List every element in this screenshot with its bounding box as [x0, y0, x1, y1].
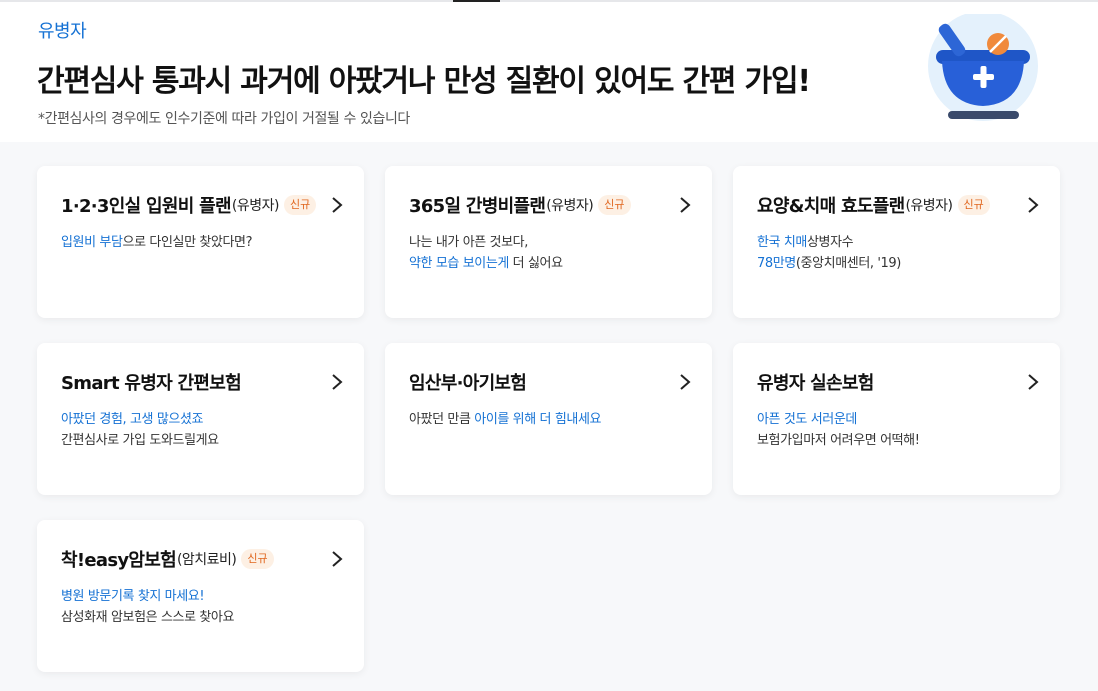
desc-highlight: 아팠던 경험, 고생 많으셨죠	[61, 412, 204, 427]
desc-text: 상병자수	[806, 235, 854, 250]
desc-text: 삼성화재 암보험은 스스로 찾아요	[61, 610, 235, 625]
card-description: 병원 방문기록 찾지 마세요! 삼성화재 암보험은 스스로 찾아요	[61, 586, 344, 628]
chevron-right-icon	[680, 374, 691, 390]
chevron-right-icon	[1028, 374, 1039, 390]
card-title-row: 요양&치매 효도플랜 (유병자) 신규	[757, 192, 1040, 218]
chevron-right-icon	[1028, 197, 1039, 213]
desc-text: 보험가입마저 어려우면 어떡해!	[757, 433, 920, 448]
chevron-right-icon	[332, 551, 343, 567]
product-card-dementia-care[interactable]: 요양&치매 효도플랜 (유병자) 신규 한국 치매상병자수 78만명(중앙치매센…	[733, 166, 1060, 318]
new-badge: 신규	[241, 549, 274, 569]
hero-section: 유병자 간편심사 통과시 과거에 아팠거나 만성 질환이 있어도 간편 가입! …	[0, 2, 1098, 142]
desc-highlight: 한국 치매	[757, 235, 807, 250]
desc-text: 나는 내가 아픈 것보다,	[409, 235, 528, 250]
desc-highlight: 입원비 부담	[61, 235, 123, 250]
card-title: 유병자 실손보험	[757, 373, 874, 394]
desc-highlight: 병원 방문기록 찾지 마세요!	[61, 589, 205, 604]
category-label: 유병자	[38, 21, 87, 42]
card-title-suffix: (유병자)	[905, 198, 953, 214]
card-description: 아팠던 경험, 고생 많으셨죠 간편심사로 가입 도와드릴게요	[61, 409, 344, 451]
product-card-smart-simple[interactable]: Smart 유병자 간편보험 아팠던 경험, 고생 많으셨죠 간편심사로 가입 …	[37, 343, 364, 495]
new-badge: 신규	[283, 195, 317, 215]
chevron-right-icon	[680, 197, 691, 213]
card-title-row: 유병자 실손보험	[757, 369, 1040, 395]
desc-text: (중앙치매센터, '19)	[795, 256, 901, 271]
product-card-maternity-baby[interactable]: 임산부·아기보험 아팠던 만큼 아이를 위해 더 힘내세요	[385, 343, 712, 495]
new-badge: 신규	[957, 195, 990, 215]
card-description: 아팠던 만큼 아이를 위해 더 힘내세요	[409, 409, 692, 430]
card-title: 365일 간병비플랜	[409, 196, 546, 217]
mortar-pill-medicine-icon	[928, 14, 1038, 121]
card-title-row: 1·2·3인실 입원비 플랜 (유병자) 신규	[61, 192, 344, 218]
card-description: 한국 치매상병자수 78만명(중앙치매센터, '19)	[757, 232, 1040, 274]
product-card-indemnity[interactable]: 유병자 실손보험 아픈 것도 서러운데 보험가입마저 어려우면 어떡해!	[733, 343, 1060, 495]
page-headline: 간편심사 통과시 과거에 아팠거나 만성 질환이 있어도 간편 가입!	[37, 64, 811, 99]
card-description: 입원비 부담으로 다인실만 찾았다면?	[61, 232, 344, 253]
card-title-row: 착!easy암보험 (암치료비) 신규	[61, 546, 344, 572]
product-card-123-room[interactable]: 1·2·3인실 입원비 플랜 (유병자) 신규 입원비 부담으로 다인실만 찾았…	[37, 166, 364, 318]
card-description: 나는 내가 아픈 것보다, 약한 모습 보이는게 더 싫어요	[409, 232, 692, 274]
product-card-365-care[interactable]: 365일 간병비플랜 (유병자) 신규 나는 내가 아픈 것보다, 약한 모습 …	[385, 166, 712, 318]
chevron-right-icon	[332, 374, 343, 390]
desc-highlight: 아이를 위해 더 힘내세요	[474, 412, 602, 427]
card-title: 요양&치매 효도플랜	[757, 196, 905, 217]
card-title-suffix: (유병자)	[231, 198, 280, 214]
card-title-suffix: (유병자)	[546, 198, 594, 214]
desc-text: 간편심사로 가입 도와드릴게요	[61, 433, 219, 448]
desc-highlight: 약한 모습 보이는게	[409, 256, 509, 271]
desc-text: 아팠던 만큼	[409, 412, 475, 427]
card-title: 1·2·3인실 입원비 플랜	[61, 196, 232, 217]
chevron-right-icon	[332, 197, 343, 213]
card-title: Smart 유병자 간편보험	[61, 373, 242, 394]
card-title-row: 임산부·아기보험	[409, 369, 692, 395]
card-title-suffix: (암치료비)	[176, 552, 237, 568]
card-title: 임산부·아기보험	[409, 373, 527, 394]
desc-highlight: 78만명	[757, 256, 796, 271]
card-title-row: Smart 유병자 간편보험	[61, 369, 344, 395]
card-title-row: 365일 간병비플랜 (유병자) 신규	[409, 192, 692, 218]
desc-text: 더 싫어요	[508, 256, 563, 271]
card-description: 아픈 것도 서러운데 보험가입마저 어려우면 어떡해!	[757, 409, 1040, 451]
disclaimer-text: *간편심사의 경우에도 인수기준에 따라 가입이 거절될 수 있습니다	[38, 111, 410, 127]
product-card-easy-cancer[interactable]: 착!easy암보험 (암치료비) 신규 병원 방문기록 찾지 마세요! 삼성화재…	[37, 520, 364, 672]
desc-text: 으로 다인실만 찾았다면?	[122, 235, 253, 250]
desc-highlight: 아픈 것도 서러운데	[757, 412, 857, 427]
new-badge: 신규	[598, 195, 631, 215]
card-title: 착!easy암보험	[61, 550, 177, 571]
